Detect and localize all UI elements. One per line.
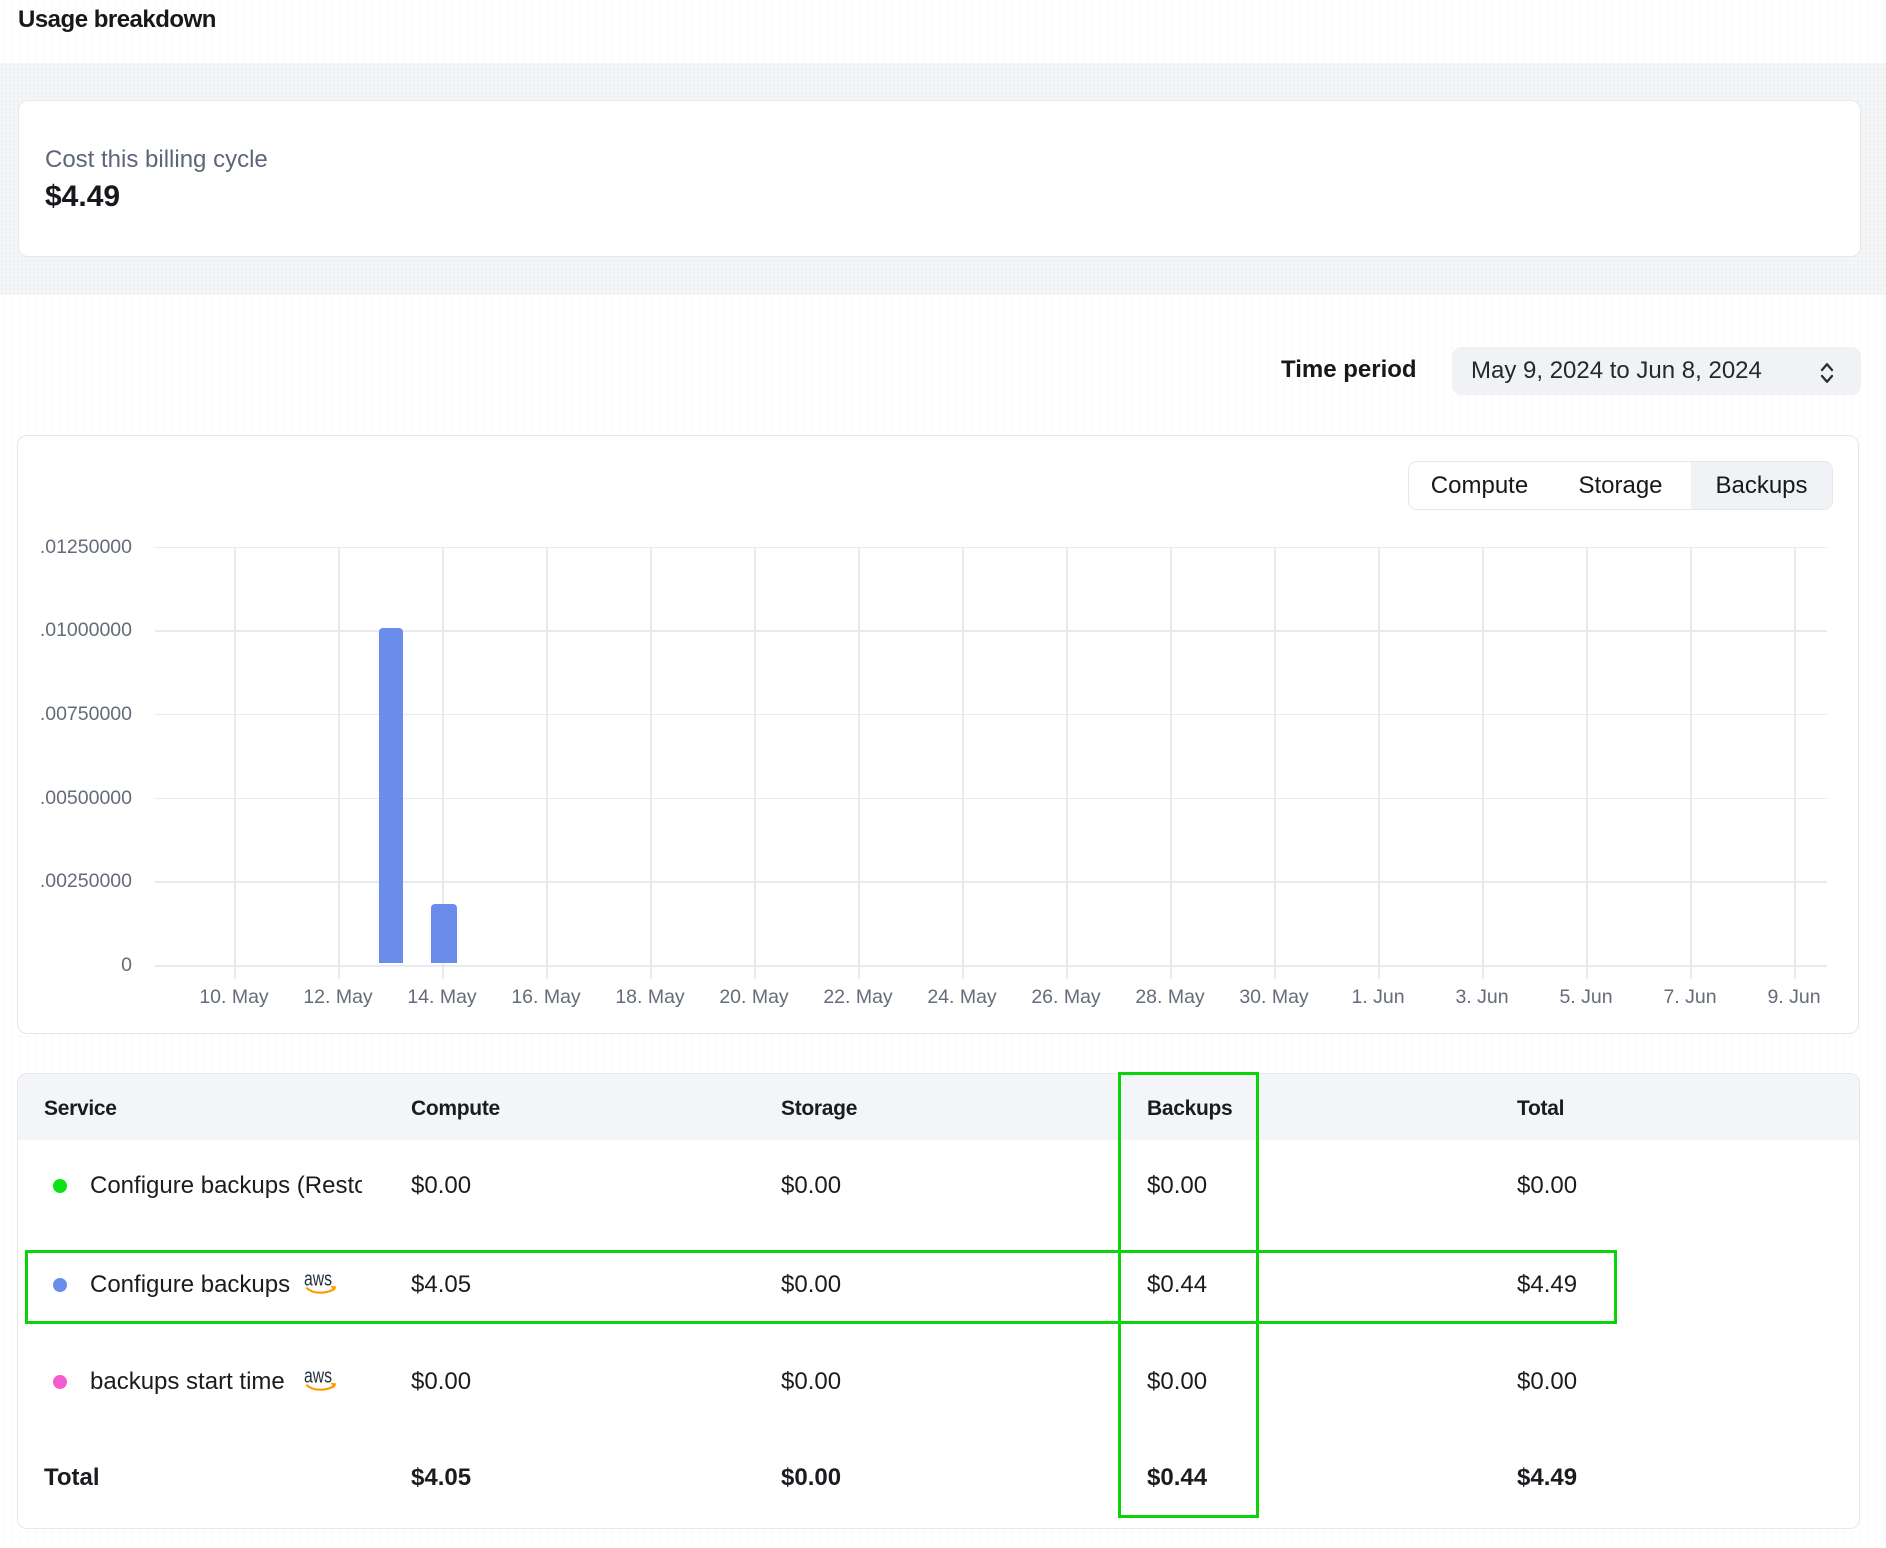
svg-text:aws: aws — [304, 1368, 332, 1388]
